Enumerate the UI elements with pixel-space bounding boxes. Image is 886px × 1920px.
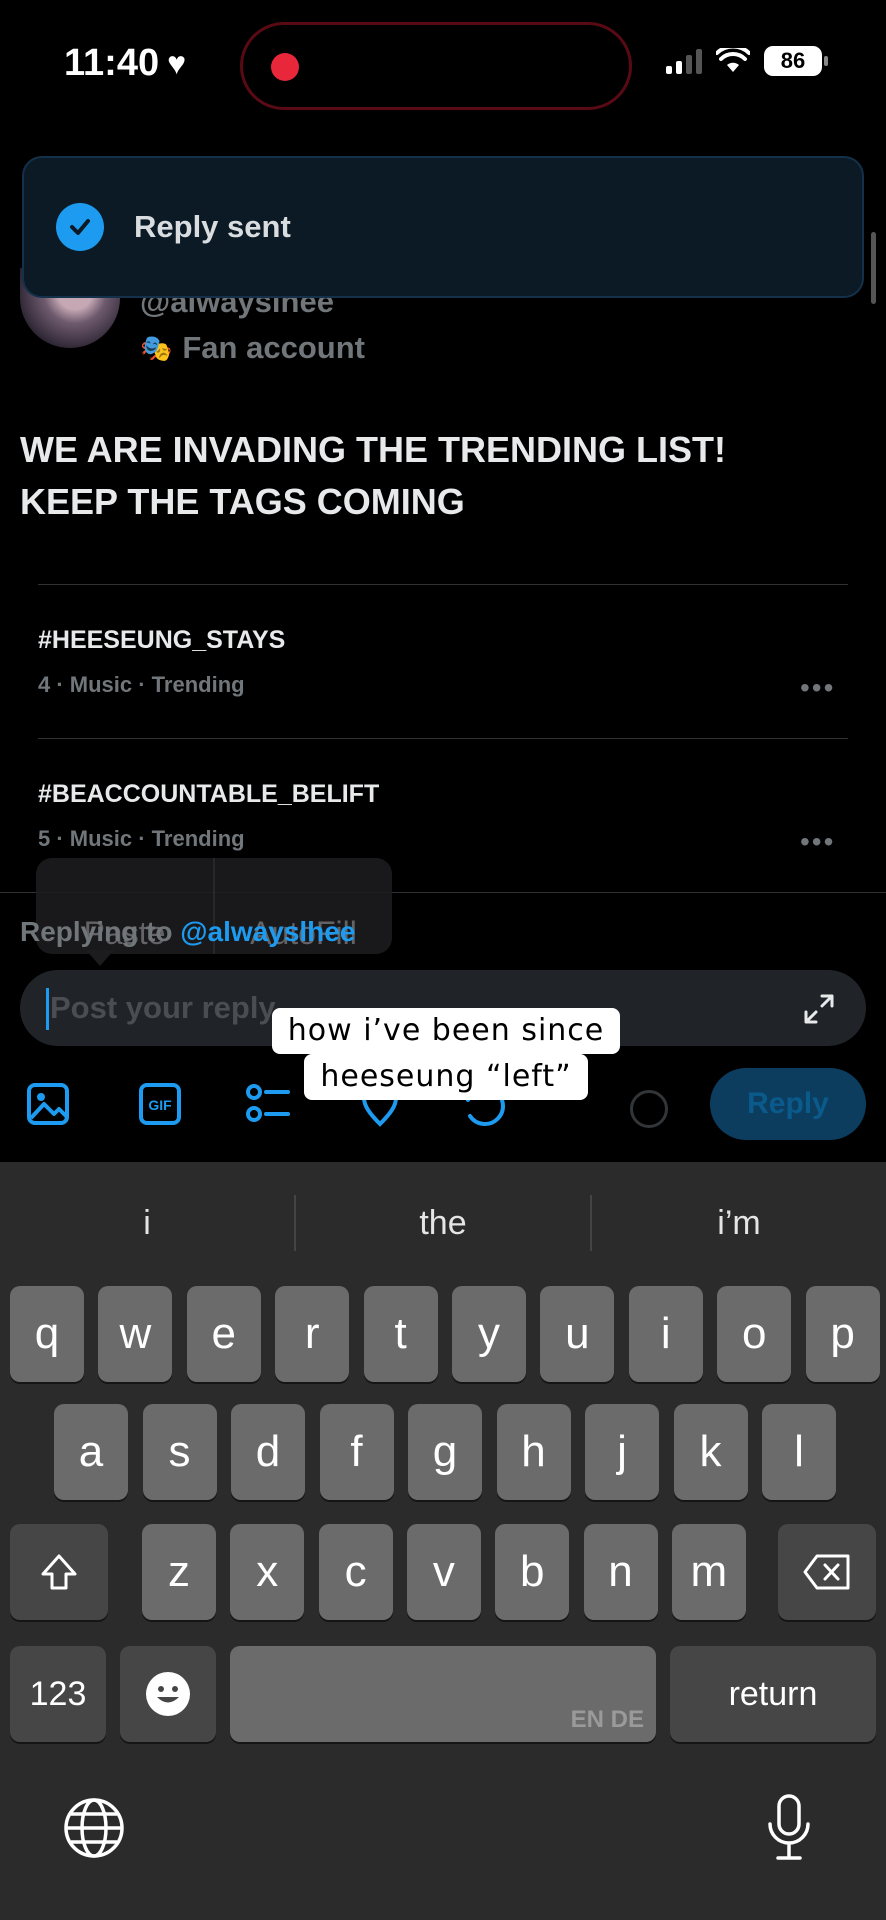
shift-key[interactable] — [10, 1524, 108, 1620]
account-label: 🎭 Fan account — [140, 330, 365, 366]
replying-to-label: Replying to — [20, 916, 173, 947]
globe-icon[interactable] — [62, 1796, 126, 1860]
more-options-icon[interactable]: ••• — [800, 672, 835, 704]
expand-icon[interactable] — [802, 992, 836, 1026]
heart-icon: ♥ — [167, 45, 187, 81]
key-s[interactable]: s — [142, 1404, 217, 1500]
text-cursor — [46, 988, 49, 1030]
replying-to: Replying to @alwayslhee — [20, 916, 355, 948]
suggestion[interactable]: i — [0, 1204, 294, 1243]
trend-tag[interactable]: #BEACCOUNTABLE_BELIFT — [38, 780, 379, 809]
caption-line: how i’ve been since — [271, 1008, 621, 1054]
divider — [38, 738, 848, 739]
key-u[interactable]: u — [540, 1286, 615, 1382]
language-hint: EN DE — [570, 1706, 644, 1733]
key-z[interactable]: z — [142, 1524, 216, 1620]
key-t[interactable]: t — [363, 1286, 438, 1382]
character-count-icon — [630, 1090, 668, 1128]
battery-level: 86 — [780, 48, 806, 73]
key-d[interactable]: d — [231, 1404, 305, 1500]
check-circle-icon — [56, 203, 104, 251]
more-options-icon[interactable]: ••• — [800, 826, 835, 858]
key-v[interactable]: v — [406, 1524, 481, 1620]
divider — [38, 584, 848, 585]
image-icon[interactable] — [24, 1080, 72, 1128]
status-time-text: 11:40 — [64, 42, 160, 84]
emoji-key[interactable] — [120, 1646, 216, 1742]
battery-indicator: 86 — [764, 46, 828, 76]
dynamic-island — [240, 22, 632, 110]
keyboard: i the i’m qwertyuiop asdfghjkl zxcvbnm 1… — [0, 1162, 886, 1920]
reply-mention[interactable]: @alwayslhee — [180, 916, 355, 947]
key-i[interactable]: i — [628, 1286, 703, 1382]
menu-pointer — [86, 950, 114, 966]
key-p[interactable]: p — [805, 1286, 880, 1382]
key-f[interactable]: f — [319, 1404, 394, 1500]
recording-indicator-icon — [271, 53, 299, 81]
caption-overlay: how i’ve been since heeseung “left” — [266, 1008, 626, 1100]
tweet-text-line: WE ARE INVADING THE TRENDING LIST! — [20, 429, 726, 470]
key-x[interactable]: x — [230, 1524, 305, 1620]
tweet-text-line: KEEP THE TAGS COMING — [20, 481, 465, 522]
suggestion-bar: i the i’m — [0, 1188, 886, 1258]
microphone-icon[interactable] — [764, 1792, 814, 1864]
reply-button[interactable]: Reply — [710, 1068, 866, 1140]
toast-message: Reply sent — [134, 209, 291, 244]
suggestion[interactable]: the — [296, 1204, 590, 1243]
reply-sent-toast[interactable]: Reply sent — [22, 156, 864, 298]
numbers-key[interactable]: 123 — [10, 1646, 106, 1742]
backspace-key[interactable] — [778, 1524, 876, 1620]
cellular-signal-icon — [666, 48, 702, 74]
scrollbar[interactable] — [871, 232, 876, 304]
theater-mask-icon: 🎭 — [140, 332, 173, 363]
status-time: 11:40 ♥ — [64, 42, 186, 85]
suggestion[interactable]: i’m — [592, 1204, 886, 1243]
return-key[interactable]: return — [670, 1646, 876, 1742]
gif-icon[interactable]: GIF — [136, 1080, 184, 1128]
status-bar: 11:40 ♥ 86 — [0, 0, 886, 130]
key-o[interactable]: o — [717, 1286, 792, 1382]
key-l[interactable]: l — [762, 1404, 836, 1500]
key-j[interactable]: j — [585, 1404, 659, 1500]
key-y[interactable]: y — [452, 1286, 526, 1382]
key-g[interactable]: g — [408, 1404, 482, 1500]
space-key[interactable]: EN DE — [230, 1646, 656, 1742]
shift-icon — [41, 1554, 77, 1590]
trend-tag[interactable]: #HEESEUNG_STAYS — [38, 626, 285, 655]
gif-icon-label: GIF — [148, 1097, 172, 1113]
key-a[interactable]: a — [54, 1404, 128, 1500]
wifi-icon — [716, 48, 750, 72]
account-label-text: Fan account — [182, 330, 365, 365]
tweet-text: WE ARE INVADING THE TRENDING LIST! KEEP … — [20, 424, 860, 528]
key-m[interactable]: m — [671, 1524, 746, 1620]
key-n[interactable]: n — [583, 1524, 658, 1620]
key-h[interactable]: h — [496, 1404, 571, 1500]
key-q[interactable]: q — [10, 1286, 84, 1382]
reply-placeholder: Post your reply — [50, 990, 276, 1025]
key-w[interactable]: w — [98, 1286, 173, 1382]
emoji-icon — [146, 1672, 190, 1716]
backspace-icon — [803, 1554, 850, 1590]
key-b[interactable]: b — [495, 1524, 570, 1620]
trend-meta: 5 · Music · Trending — [38, 826, 245, 851]
key-r[interactable]: r — [275, 1286, 350, 1382]
key-e[interactable]: e — [186, 1286, 261, 1382]
key-k[interactable]: k — [673, 1404, 748, 1500]
caption-line: heeseung “left” — [304, 1054, 588, 1100]
status-indicators: 86 — [666, 46, 828, 76]
trend-meta: 4 · Music · Trending — [38, 672, 245, 697]
key-c[interactable]: c — [318, 1524, 393, 1620]
